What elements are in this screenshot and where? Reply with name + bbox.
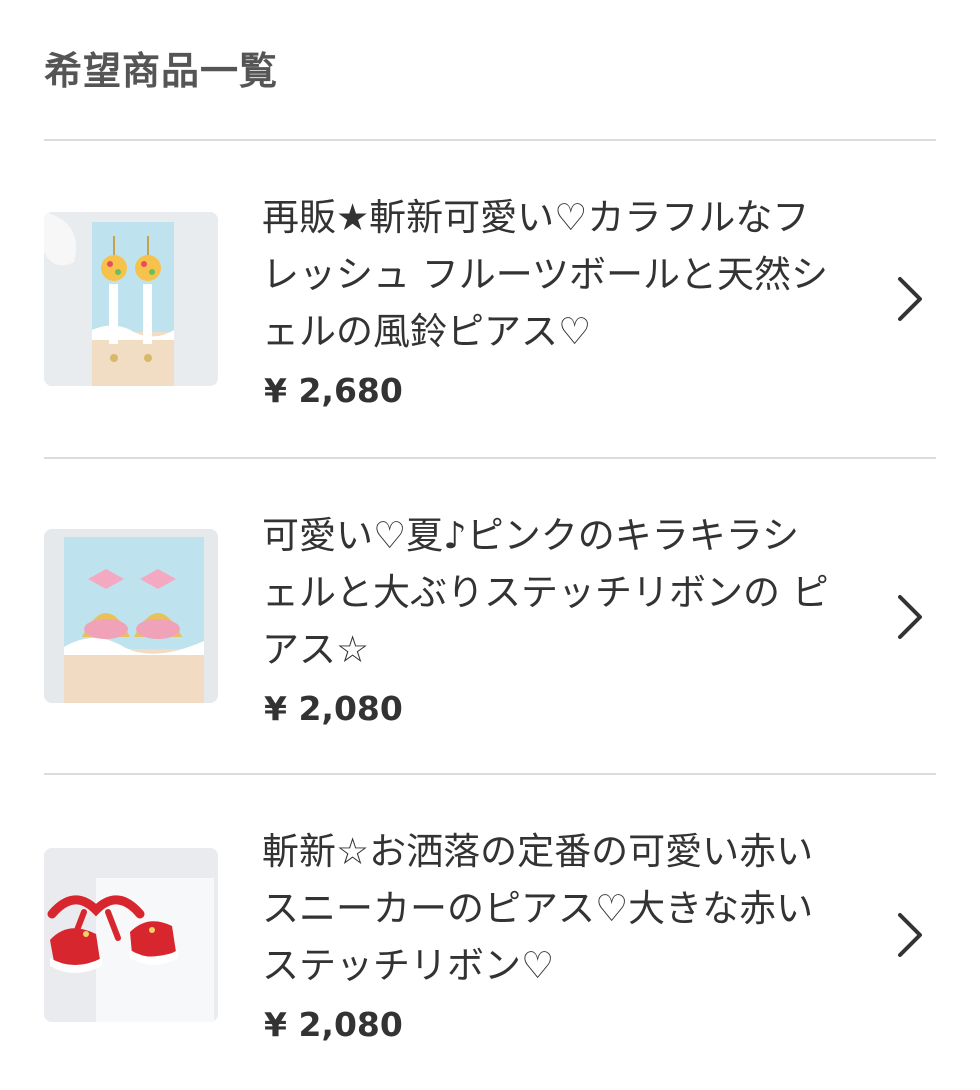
list-item[interactable]: 可愛い♡夏♪ピンクのキラキラシェルと大ぶりステッチリボンの ピアス☆ ¥ 2,0… [0,459,980,774]
earring-fruit-ball-shell-icon [44,212,218,386]
product-title[interactable]: 可愛い♡夏♪ピンクのキラキラシェルと大ぶりステッチリボンの ピアス☆ [262,507,832,678]
product-price: ¥ 2,080 [264,1005,403,1044]
product-thumbnail[interactable] [44,848,218,1022]
page-title: 希望商品一覧 [44,49,279,93]
chevron-right-icon[interactable] [886,909,930,961]
list-item[interactable]: 再販★斬新可愛い♡カラフルなフレッシュ フルーツボールと天然シェルの風鈴ピアス♡… [0,141,980,456]
product-thumbnail[interactable] [44,212,218,386]
product-title[interactable]: 斬新☆お洒落の定番の可愛い赤いスニーカーのピアス♡大きな赤いステッチリボン♡ [262,823,832,994]
list-item[interactable]: 斬新☆お洒落の定番の可愛い赤いスニーカーのピアス♡大きな赤いステッチリボン♡ ¥… [0,775,980,1090]
product-thumbnail[interactable] [44,529,218,703]
earring-pink-shell-ribbon-icon [44,529,218,703]
chevron-right-icon[interactable] [886,591,930,643]
earring-red-sneaker-icon [44,848,218,1022]
product-price: ¥ 2,680 [264,371,403,410]
product-title[interactable]: 再販★斬新可愛い♡カラフルなフレッシュ フルーツボールと天然シェルの風鈴ピアス♡ [262,189,832,360]
product-price: ¥ 2,080 [264,689,403,728]
chevron-right-icon[interactable] [886,273,930,325]
